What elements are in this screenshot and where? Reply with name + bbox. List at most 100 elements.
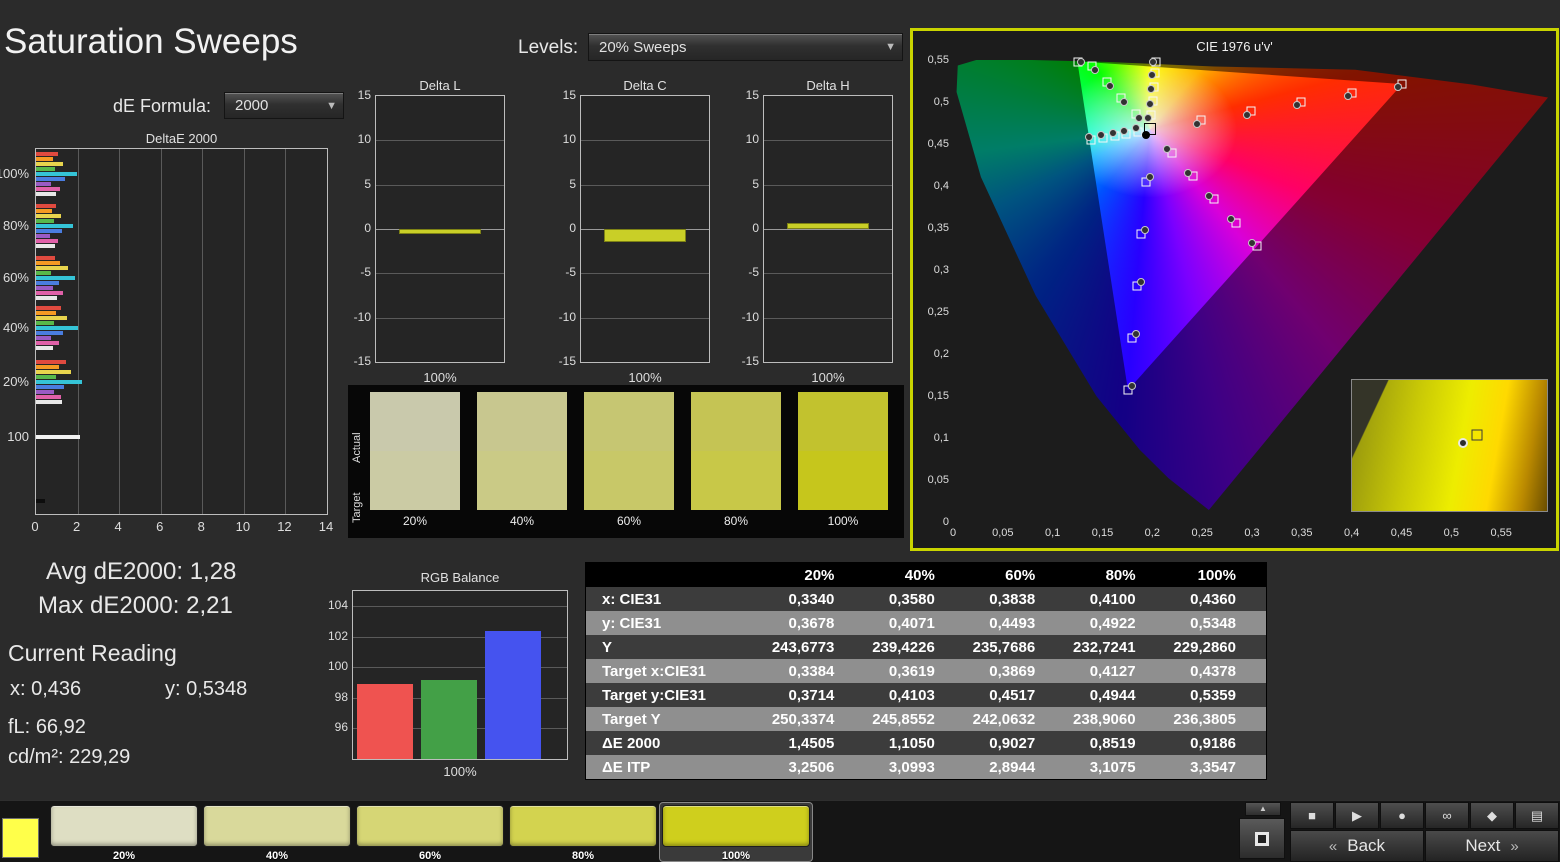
deltae-bar [36,209,52,213]
table-cell-value: 0,9027 [965,735,1065,752]
table-row: Target Y250,3374245,8552242,0632238,9060… [586,707,1266,731]
cie-panel: CIE 1976 u'v' 00,050,10,150,20,250,30,35… [910,28,1559,551]
delta-y-tick-label: 15 [746,88,759,102]
target-row-label: Target [351,463,363,523]
next-button[interactable]: Next » [1425,830,1559,862]
delta-y-tick-label: -10 [559,310,576,324]
play-button[interactable]: ▶ [1335,802,1379,829]
delta-y-tick-label: -5 [748,265,759,279]
link-button[interactable]: ◆ [1470,802,1514,829]
deltae-bar [36,187,60,191]
table-cell-value: 0,4071 [864,615,964,632]
delta-c-plot [580,95,710,363]
cie-measured-point [1109,129,1117,137]
patch-button-20%[interactable]: 20% [48,803,200,861]
cie-measured-point [1148,71,1156,79]
table-cell-value: 243,6773 [764,639,864,656]
delta-y-tick-label: 0 [752,221,759,235]
patch-button-80%[interactable]: 80% [507,803,659,861]
deltae-bar [36,214,61,218]
cie-y-tick-label: 0,45 [917,138,949,150]
deltae-y-label: 20% [3,374,29,389]
table-cell-value: 0,3714 [764,687,864,704]
cie-measured-point [1227,215,1235,223]
cie-measured-point [1106,82,1114,90]
delta-gridline [764,318,892,319]
table-cell-value: 232,7241 [1065,639,1165,656]
record-button[interactable]: ● [1380,802,1424,829]
table-row: Target y:CIE310,37140,41030,45170,49440,… [586,683,1266,707]
deltae-bar [36,360,66,364]
cie-measured-point [1091,66,1099,74]
rgb-y-tick-label: 102 [328,629,348,643]
results-table: 20%40%60%80%100%x: CIE310,33400,35800,38… [585,562,1267,780]
collapse-button[interactable]: ▲ [1245,802,1281,816]
deltae-bar [36,365,59,369]
chevron-left-icon: « [1329,838,1337,855]
levels-dropdown[interactable]: 20% Sweeps ▼ [588,33,903,61]
cie-measured-point [1293,101,1301,109]
patch-button-label: 100% [660,850,812,862]
cie-measured-point [1248,239,1256,247]
cie-measured-point [1205,192,1213,200]
stop-measure-button[interactable] [1239,818,1285,859]
deltae-bar [36,219,54,223]
delta-gridline [376,185,504,186]
table-cell-value: 0,3678 [764,615,864,632]
table-row-label: Target y:CIE31 [586,687,764,704]
delta-h-title: Delta H [763,78,893,93]
patch-label: 40% [477,514,567,528]
de-formula-dropdown[interactable]: 2000 ▼ [224,92,344,119]
deltae-bar [36,234,50,238]
patch-button-40%[interactable]: 40% [201,803,353,861]
patch-strip: Actual Target 20%40%60%80%100% [348,385,904,538]
deltae-y-label: 40% [3,320,29,335]
cie-x-tick-label: 0,4 [1344,527,1359,539]
back-button[interactable]: « Back [1290,830,1424,862]
patch-button-60%[interactable]: 60% [354,803,506,861]
deltae-ylabels: 100%80%60%40%20%100 [0,148,31,515]
de-formula-value: 2000 [235,97,268,114]
cie-measured-point [1144,114,1152,122]
actual-swatch [798,392,888,451]
panel-button[interactable]: ▤ [1515,802,1559,829]
loop-button[interactable]: ∞ [1425,802,1469,829]
stop-button[interactable]: ■ [1290,802,1334,829]
deltae-x-tick-label: 12 [277,519,291,534]
deltae-bar [36,182,51,186]
page-title: Saturation Sweeps [4,22,298,62]
cie-y-tick-label: 0,35 [917,222,949,234]
current-reading-x: x: 0,436 [10,678,81,701]
patch-button-100%[interactable]: 100% [660,803,812,861]
delta-gridline [376,318,504,319]
cie-measured-point [1128,382,1136,390]
delta-h-xlabel: 100% [763,370,893,385]
cie-measured-point [1184,169,1192,177]
rgb-y-tick-label: 104 [328,598,348,612]
table-cell-value: 0,4103 [864,687,964,704]
patch-button-label: 20% [48,850,200,862]
cie-y-tick-label: 0,15 [917,390,949,402]
actual-swatch [370,392,460,451]
rgb-y-tick-label: 98 [335,690,348,704]
table-cell-value: 3,3547 [1166,759,1266,776]
cie-y-tick-label: 0 [917,516,949,528]
actual-swatch [691,392,781,451]
table-cell-value: 0,4922 [1065,615,1165,632]
actual-swatch [584,392,674,451]
deltae-bar [36,390,54,394]
patch-column: 20% [370,392,460,510]
table-cell-value: 0,4944 [1065,687,1165,704]
deltae-bar [36,336,51,340]
target-swatch [370,451,460,510]
cie-measured-point [1132,124,1140,132]
deltae-bar [36,346,53,350]
rgb-y-tick-label: 96 [335,720,348,734]
cie-measured-point [1344,92,1352,100]
cie-measured-point [1163,145,1171,153]
deltae-x-tick-label: 2 [73,519,80,534]
deltae-bar [36,316,67,320]
delta-gridline [581,273,709,274]
rgb-balance-title: RGB Balance [352,570,568,585]
table-row: Y243,6773239,4226235,7686232,7241229,286… [586,635,1266,659]
